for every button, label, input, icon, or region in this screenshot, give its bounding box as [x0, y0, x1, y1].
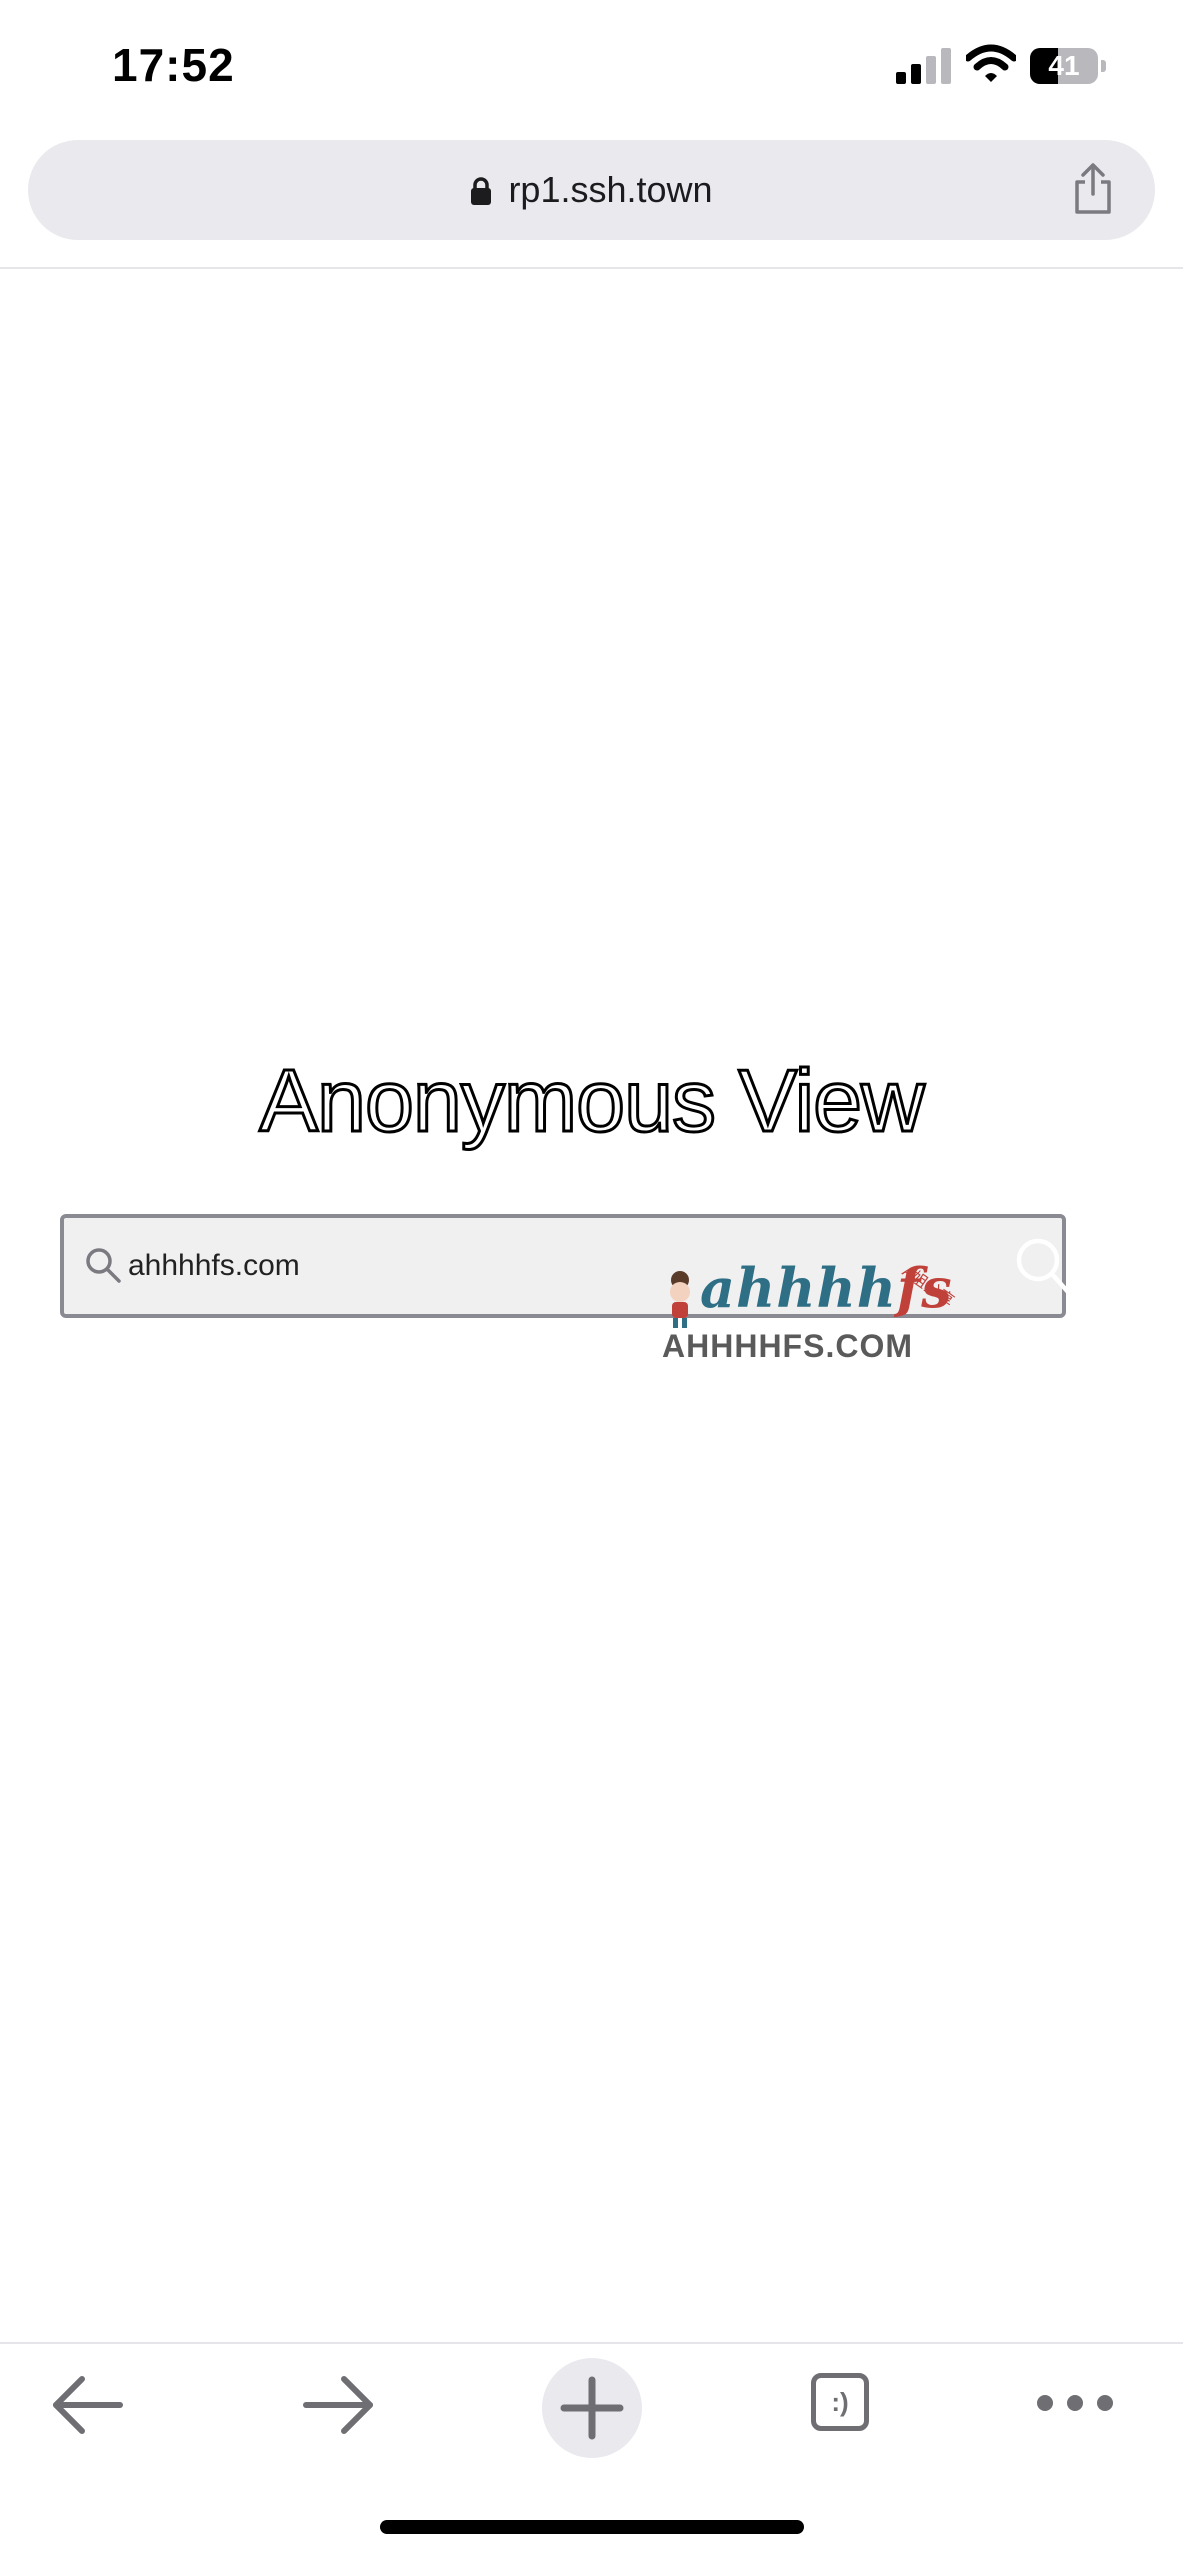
watermark-figure-icon: [670, 1271, 690, 1328]
status-bar: 17:52 41: [0, 0, 1183, 130]
search-input[interactable]: [124, 1218, 688, 1314]
back-arrow-icon[interactable]: [48, 2370, 128, 2440]
address-bar[interactable]: rp1.ssh.town: [28, 140, 1155, 240]
tabs-label: :): [831, 2387, 849, 2417]
url-text[interactable]: rp1.ssh.town: [508, 169, 712, 211]
page-title: Anonymous View: [258, 1050, 926, 1152]
url-container[interactable]: rp1.ssh.town: [28, 140, 1155, 240]
lock-icon: [471, 177, 492, 205]
watermark: ahhhhfs A姐分享 AHHHHFS.COM: [662, 1256, 982, 1372]
new-tab-button[interactable]: [542, 2358, 642, 2458]
more-icon[interactable]: [1030, 2378, 1120, 2428]
home-indicator: [380, 2520, 804, 2534]
battery-icon: 41: [1030, 48, 1108, 84]
battery-body: 41: [1030, 48, 1098, 84]
tabs-button[interactable]: :): [808, 2370, 878, 2440]
search-icon: [86, 1248, 121, 1283]
header-divider: [0, 267, 1183, 269]
wifi-icon: [966, 44, 1016, 82]
bottom-toolbar: :): [0, 2344, 1183, 2464]
share-icon[interactable]: [1070, 162, 1116, 216]
battery-cap: [1101, 60, 1106, 72]
status-time: 17:52: [112, 39, 235, 91]
cellular-signal-icon: [896, 48, 951, 84]
forward-arrow-icon[interactable]: [298, 2370, 378, 2440]
watermark-logo-main: ahhhh: [700, 1256, 898, 1320]
battery-level: 41: [1048, 50, 1080, 81]
watermark-domain: AHHHHFS.COM: [662, 1328, 913, 1364]
search-submit-icon[interactable]: [1014, 1236, 1070, 1296]
plus-icon: [560, 2376, 624, 2440]
